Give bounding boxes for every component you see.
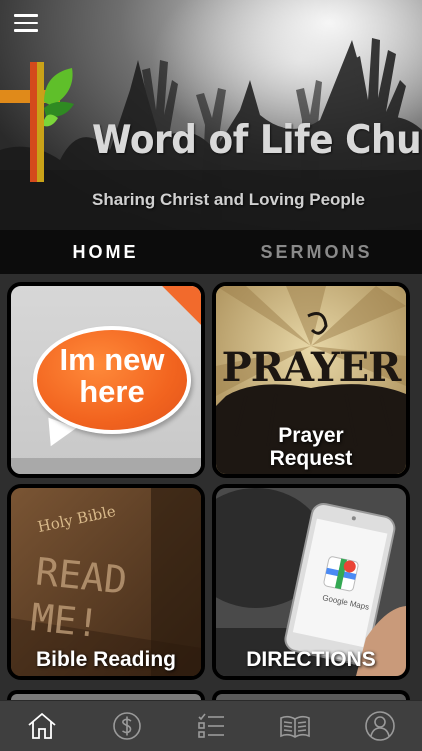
menu-button[interactable]: [14, 13, 38, 33]
prayer-request-label: Prayer Request: [269, 424, 353, 470]
nav-give[interactable]: [84, 701, 168, 751]
bible-reading-label: Bible Reading: [35, 648, 177, 671]
next-tile-peek-right: [212, 690, 410, 700]
prayer-request-tile[interactable]: PRAYER Prayer Request: [212, 282, 410, 478]
bible-reading-tile[interactable]: Holy Bible READ ME! Bible Reading: [7, 484, 205, 680]
church-title: Word of Life Church: [92, 118, 422, 163]
tab-bar: HOME SERMONS: [0, 230, 422, 274]
nav-checklist[interactable]: [169, 701, 253, 751]
church-logo: [0, 62, 74, 182]
nav-home[interactable]: [0, 701, 84, 751]
nav-bible[interactable]: [253, 701, 337, 751]
tab-home[interactable]: HOME: [0, 230, 211, 274]
profile-icon: [365, 711, 395, 741]
prayer-image-text: PRAYER: [221, 344, 402, 391]
directions-tile[interactable]: Google Maps DIRECTIONS: [212, 484, 410, 680]
next-tile-peek-left: [7, 690, 205, 700]
bottom-navigation: [0, 700, 422, 751]
book-icon: [280, 715, 311, 738]
tile-bottom-strip: [11, 458, 201, 474]
nav-profile[interactable]: [338, 701, 422, 751]
tab-sermons[interactable]: SERMONS: [211, 230, 422, 274]
church-tagline: Sharing Christ and Loving People: [92, 190, 365, 209]
directions-label: DIRECTIONS: [246, 648, 376, 671]
read-me-dust-text: READ ME!: [28, 549, 130, 647]
hamburger-menu-icon: [14, 14, 38, 17]
corner-ribbon: [157, 286, 201, 332]
dollar-icon: [112, 712, 141, 740]
im-new-here-text: Im new here: [59, 342, 165, 409]
home-grid: Im new here PRAYER Prayer Request Holy B…: [0, 274, 422, 700]
home-icon: [28, 712, 56, 739]
checklist-icon: [198, 713, 225, 738]
im-new-here-tile[interactable]: Im new here: [7, 282, 205, 478]
header-banner: Word of Life Church Sharing Christ and L…: [0, 0, 422, 230]
